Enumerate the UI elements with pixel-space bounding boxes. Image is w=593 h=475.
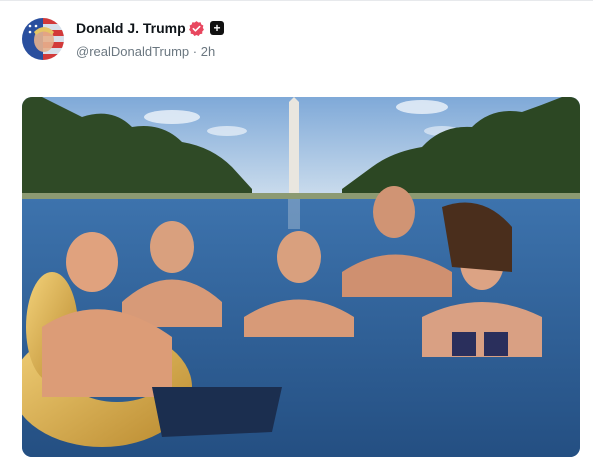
post-image[interactable] — [22, 97, 580, 457]
avatar-image — [22, 18, 64, 60]
separator: · — [192, 44, 198, 59]
divider — [0, 0, 593, 1]
post-image-art — [22, 97, 580, 457]
timestamp[interactable]: 2h — [201, 44, 215, 59]
post-meta: @realDonaldTrump · 2h — [76, 44, 215, 59]
handle[interactable]: @realDonaldTrump — [76, 44, 189, 59]
post-card: Donald J. Trump + @realDonaldTrump · 2h — [0, 0, 593, 475]
verified-badge-icon — [189, 21, 204, 37]
plus-icon[interactable]: + — [210, 21, 224, 35]
author-name[interactable]: Donald J. Trump — [76, 20, 186, 36]
avatar[interactable] — [22, 18, 64, 60]
